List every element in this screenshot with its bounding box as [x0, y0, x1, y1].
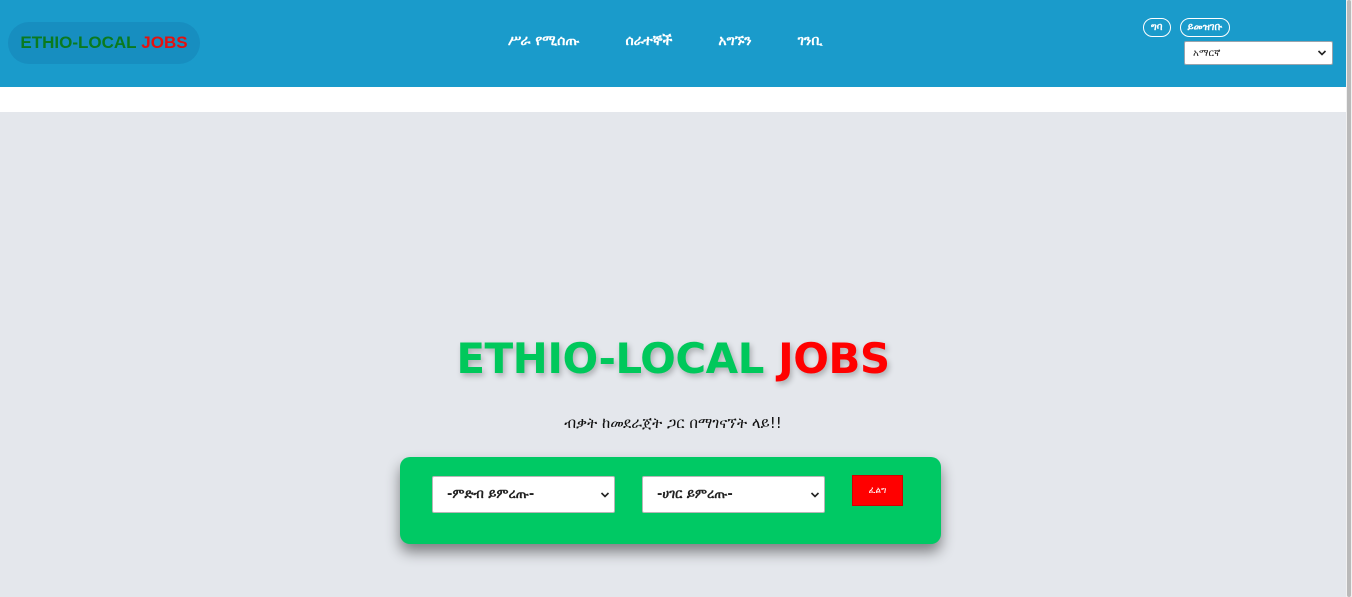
chevron-down-icon — [810, 492, 820, 498]
country-select-value: -ሀገር ይምረጡ- — [657, 487, 733, 502]
nav-link-employers[interactable]: ሥራ የሚሰጡ — [500, 33, 587, 49]
search-button[interactable]: ፈልግ — [852, 475, 903, 506]
nav-link-workers[interactable]: ሰራተኞች — [617, 33, 680, 49]
nav-link-contact[interactable]: አግኙን — [710, 33, 759, 49]
top-navbar: ETHIO-LOCAL JOBS ሥራ የሚሰጡ ሰራተኞች አግኙን ገንቢ … — [0, 0, 1346, 87]
register-button[interactable]: ይመዝገቡ — [1179, 18, 1231, 37]
category-select[interactable]: -ምድብ ይምረጡ- — [432, 476, 615, 513]
hero-tagline: ብቃት ከመደራጀት ጋር በማገናኘት ላይ!! — [564, 414, 782, 432]
logo-text-jobs: JOBS — [141, 33, 188, 52]
chevron-down-icon — [1317, 50, 1327, 56]
auth-buttons: ግባ ይመዝገቡ — [1143, 18, 1231, 37]
country-select[interactable]: -ሀገር ይምረጡ- — [642, 476, 825, 513]
category-select-value: -ምድብ ይምረጡ- — [447, 487, 535, 502]
hero-title: ETHIO-LOCAL JOBS — [0, 334, 1346, 383]
brand-logo[interactable]: ETHIO-LOCAL JOBS — [8, 22, 200, 64]
scrollbar-thumb[interactable] — [1347, 0, 1351, 597]
header-spacer — [0, 87, 1346, 112]
language-select[interactable]: አማርኛ — [1184, 41, 1333, 65]
nav-link-developer[interactable]: ገንቢ — [790, 33, 831, 49]
chevron-down-icon — [600, 492, 610, 498]
language-select-value: አማርኛ — [1193, 47, 1221, 59]
hero-title-jobs: JOBS — [778, 334, 890, 383]
job-search-panel: -ምድብ ይምረጡ- -ሀገር ይምረጡ- ፈልግ — [400, 457, 941, 544]
logo-text-ethio-local: ETHIO-LOCAL — [20, 33, 137, 52]
nav-menu: ሥራ የሚሰጡ ሰራተኞች አግኙን ገንቢ — [500, 33, 830, 49]
login-button[interactable]: ግባ — [1143, 18, 1171, 37]
hero-title-ethio-local: ETHIO-LOCAL — [456, 334, 764, 383]
